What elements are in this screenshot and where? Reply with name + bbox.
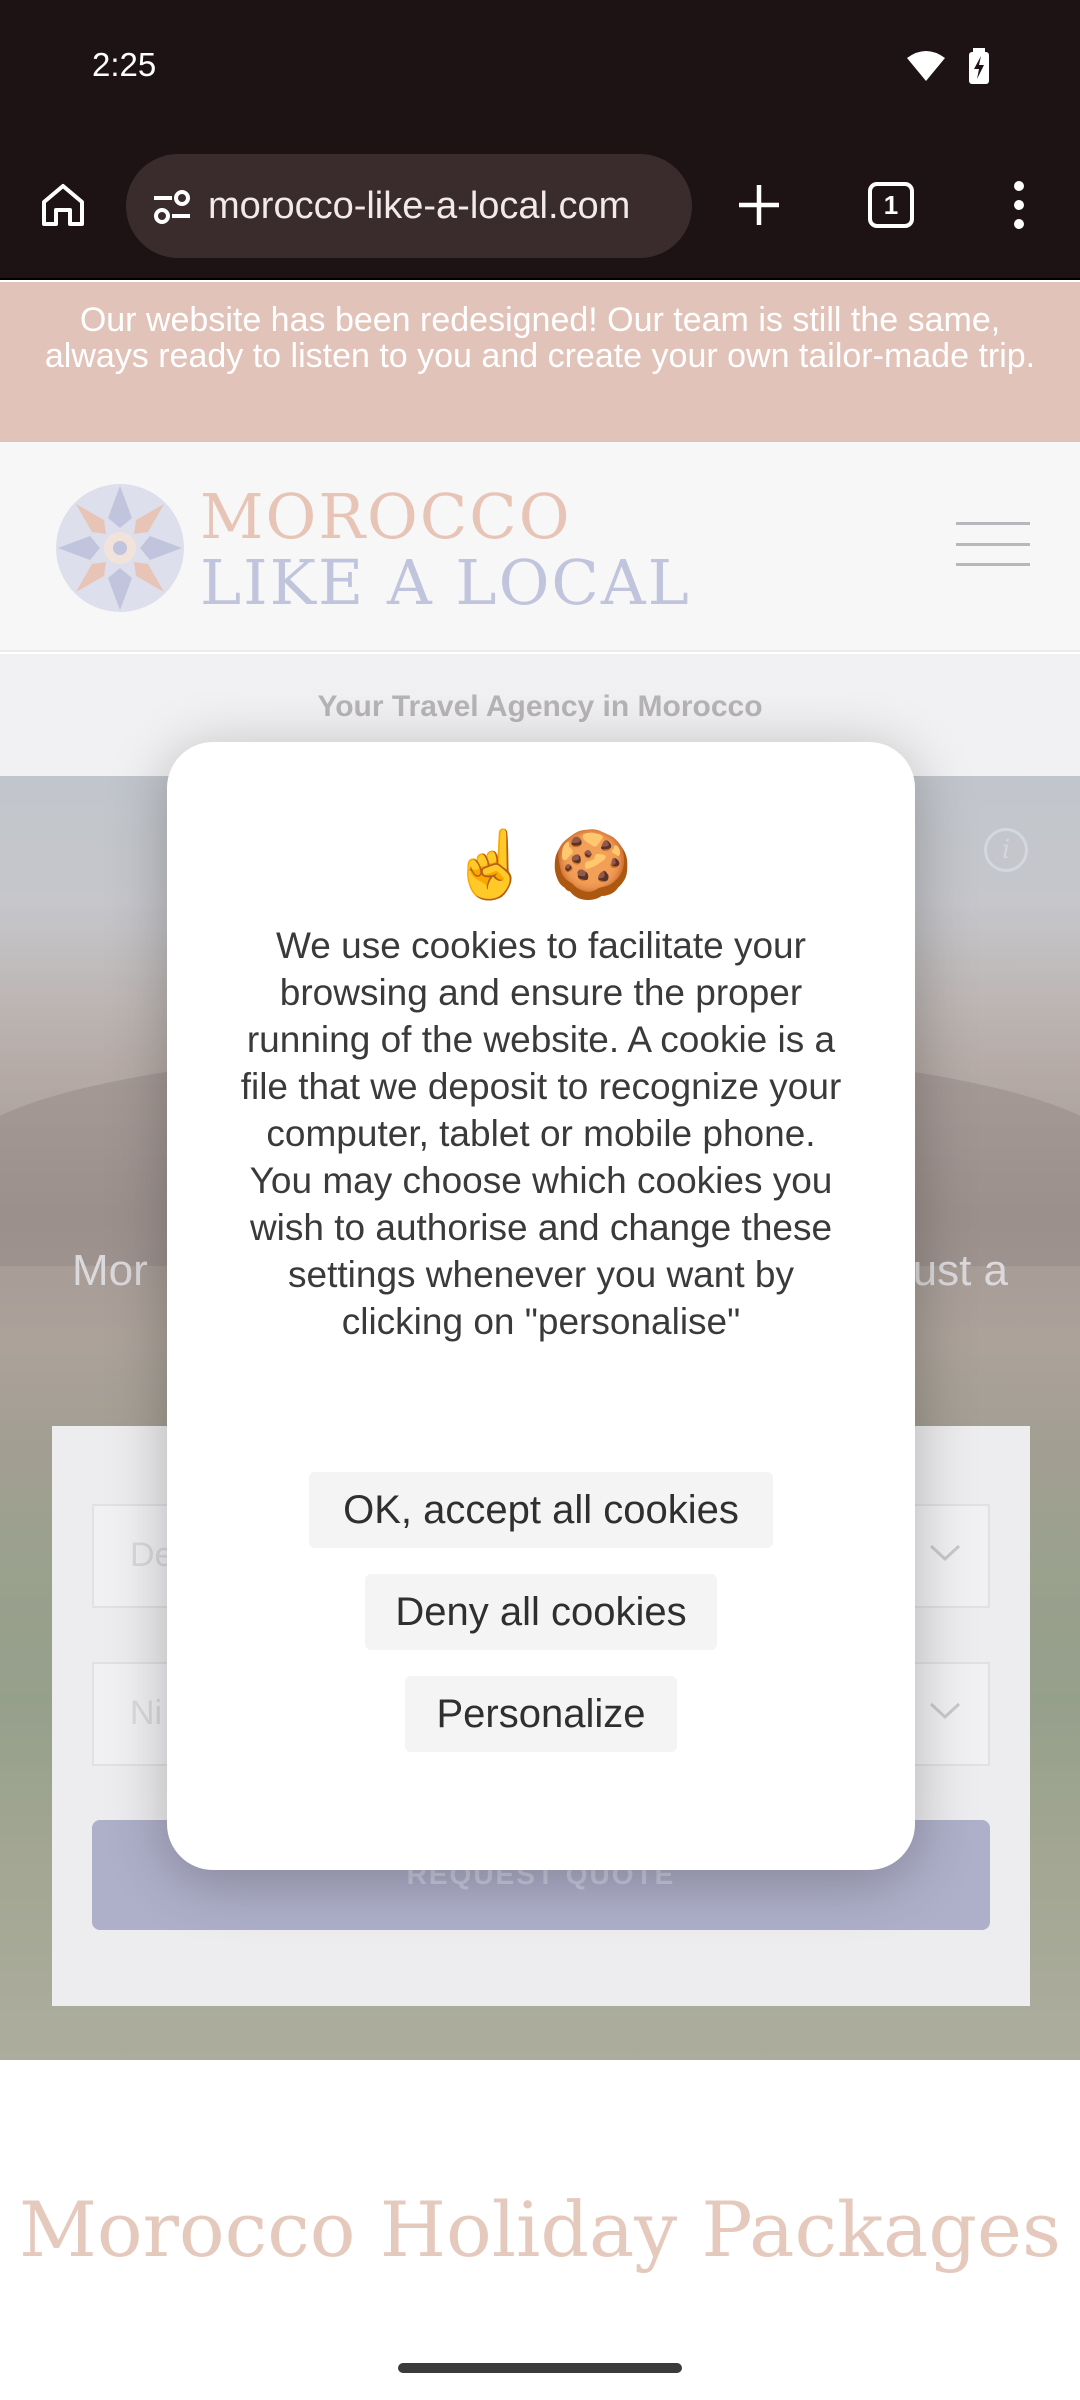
status-time: 2:25 bbox=[92, 46, 157, 83]
site-settings-icon[interactable] bbox=[146, 180, 198, 232]
accept-all-cookies-button[interactable]: OK, accept all cookies bbox=[309, 1472, 773, 1548]
gesture-navigation-bar[interactable] bbox=[398, 2363, 682, 2373]
cookie-message: We use cookies to facilitate your browsi… bbox=[240, 925, 842, 1342]
home-button[interactable] bbox=[28, 170, 98, 240]
cookie-emoji-icons: ☝️ 🍪 bbox=[449, 827, 633, 901]
tab-count: 1 bbox=[883, 189, 899, 220]
status-icons bbox=[906, 48, 990, 89]
browser-toolbar: morocco-like-a-local.com 1 bbox=[0, 140, 1080, 280]
url-text[interactable]: morocco-like-a-local.com bbox=[208, 185, 630, 228]
more-menu-icon[interactable] bbox=[984, 170, 1054, 240]
new-tab-icon bbox=[739, 185, 779, 225]
status-bar: 2:25 bbox=[0, 0, 1080, 140]
battery-charging-icon bbox=[968, 48, 990, 89]
cookie-consent-dialog: ☝️ 🍪 We use cookies to facilitate your b… bbox=[167, 742, 915, 1870]
personalize-cookies-button[interactable]: Personalize bbox=[405, 1676, 677, 1752]
home-icon bbox=[42, 184, 84, 226]
tabs-button[interactable]: 1 bbox=[856, 170, 926, 240]
tabs-icon: 1 bbox=[868, 182, 914, 228]
new-tab-button[interactable] bbox=[724, 170, 794, 240]
url-bar[interactable]: morocco-like-a-local.com bbox=[126, 154, 692, 258]
wifi-icon bbox=[906, 50, 946, 87]
deny-all-cookies-button[interactable]: Deny all cookies bbox=[365, 1574, 717, 1650]
